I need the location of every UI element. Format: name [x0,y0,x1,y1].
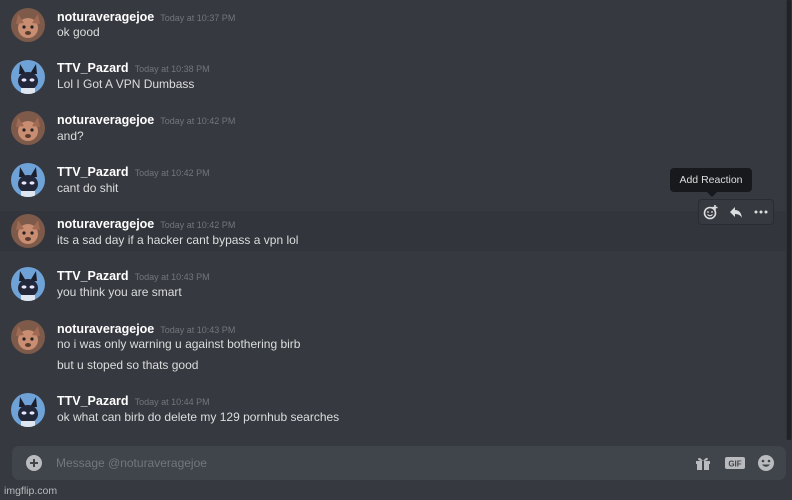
avatar-ttv-pazard[interactable] [11,393,45,427]
scrollbar-thumb[interactable] [787,0,791,440]
emoji-icon[interactable] [757,454,775,472]
message[interactable]: TTV_Pazard Today at 10:38 PM Lol I Got A … [0,55,786,101]
message-text: you think you are smart [57,285,182,299]
message-text: no i was only warning u against botherin… [57,337,301,351]
timestamp: Today at 10:42 PM [134,168,210,178]
message[interactable]: noturaveragejoe Today at 10:43 PM no i wa… [0,316,786,380]
message-header: noturaveragejoe Today at 10:42 PM [57,215,235,233]
message-header: noturaveragejoe Today at 10:37 PM [57,8,235,26]
timestamp: Today at 10:44 PM [134,397,210,407]
timestamp: Today at 10:43 PM [160,325,236,335]
message-composer: GIF [12,446,786,480]
gift-icon[interactable] [694,454,712,472]
gif-label: GIF [728,460,741,469]
avatar-noturaveragejoe[interactable] [11,111,45,145]
avatar-noturaveragejoe[interactable] [11,320,45,354]
message-text: but u stoped so thats good [57,358,199,372]
add-reaction-icon[interactable] [700,201,722,223]
message-header: TTV_Pazard Today at 10:44 PM [57,392,210,410]
message-header: TTV_Pazard Today at 10:38 PM [57,59,210,77]
message-input[interactable] [56,455,656,471]
timestamp: Today at 10:38 PM [134,64,210,74]
message-actions-toolbar [698,199,774,225]
message[interactable]: TTV_Pazard Today at 10:42 PM cant do shit [0,159,786,205]
message-header: noturaveragejoe Today at 10:42 PM [57,111,235,129]
timestamp: Today at 10:37 PM [160,13,236,23]
username[interactable]: TTV_Pazard [57,269,129,283]
username[interactable]: noturaveragejoe [57,113,154,127]
message-hovered[interactable]: noturaveragejoe Today at 10:42 PM its a s… [0,211,786,251]
username[interactable]: noturaveragejoe [57,10,154,24]
more-icon[interactable] [750,201,772,223]
message-text: and? [57,129,84,143]
message-text: ok what can birb do delete my 129 pornhu… [57,410,340,424]
message-text: cant do shit [57,181,119,195]
username[interactable]: TTV_Pazard [57,61,129,75]
username[interactable]: noturaveragejoe [57,217,154,231]
username[interactable]: noturaveragejoe [57,322,154,336]
avatar-noturaveragejoe[interactable] [11,8,45,42]
message-header: TTV_Pazard Today at 10:43 PM [57,267,210,285]
message-text: its a sad day if a hacker cant bypass a … [57,233,299,247]
message[interactable]: TTV_Pazard Today at 10:44 PM ok what can … [0,388,786,434]
footer-strip [0,482,792,500]
username[interactable]: TTV_Pazard [57,165,129,179]
tooltip-label: Add Reaction [679,174,743,186]
timestamp: Today at 10:42 PM [160,116,236,126]
gif-icon[interactable]: GIF [724,454,746,472]
add-attachment-icon[interactable] [26,455,42,471]
tooltip-add-reaction: Add Reaction [670,168,752,197]
message-header: TTV_Pazard Today at 10:42 PM [57,163,210,181]
message-text: ok good [57,25,100,39]
imgflip-watermark: imgflip.com [4,485,58,497]
message[interactable]: noturaveragejoe Today at 10:37 PM ok good [0,2,786,48]
message-list: noturaveragejoe Today at 10:37 PM ok good… [0,0,786,440]
username[interactable]: TTV_Pazard [57,394,129,408]
avatar-ttv-pazard[interactable] [11,163,45,197]
message[interactable]: noturaveragejoe Today at 10:42 PM and? [0,107,786,153]
timestamp: Today at 10:42 PM [160,220,236,230]
message-text: Lol I Got A VPN Dumbass [57,77,195,91]
message-header: noturaveragejoe Today at 10:43 PM [57,320,235,338]
timestamp: Today at 10:43 PM [134,272,210,282]
message[interactable]: TTV_Pazard Today at 10:43 PM you think yo… [0,263,786,309]
avatar-ttv-pazard[interactable] [11,60,45,94]
avatar-noturaveragejoe[interactable] [11,214,45,248]
reply-icon[interactable] [725,201,747,223]
avatar-ttv-pazard[interactable] [11,267,45,301]
